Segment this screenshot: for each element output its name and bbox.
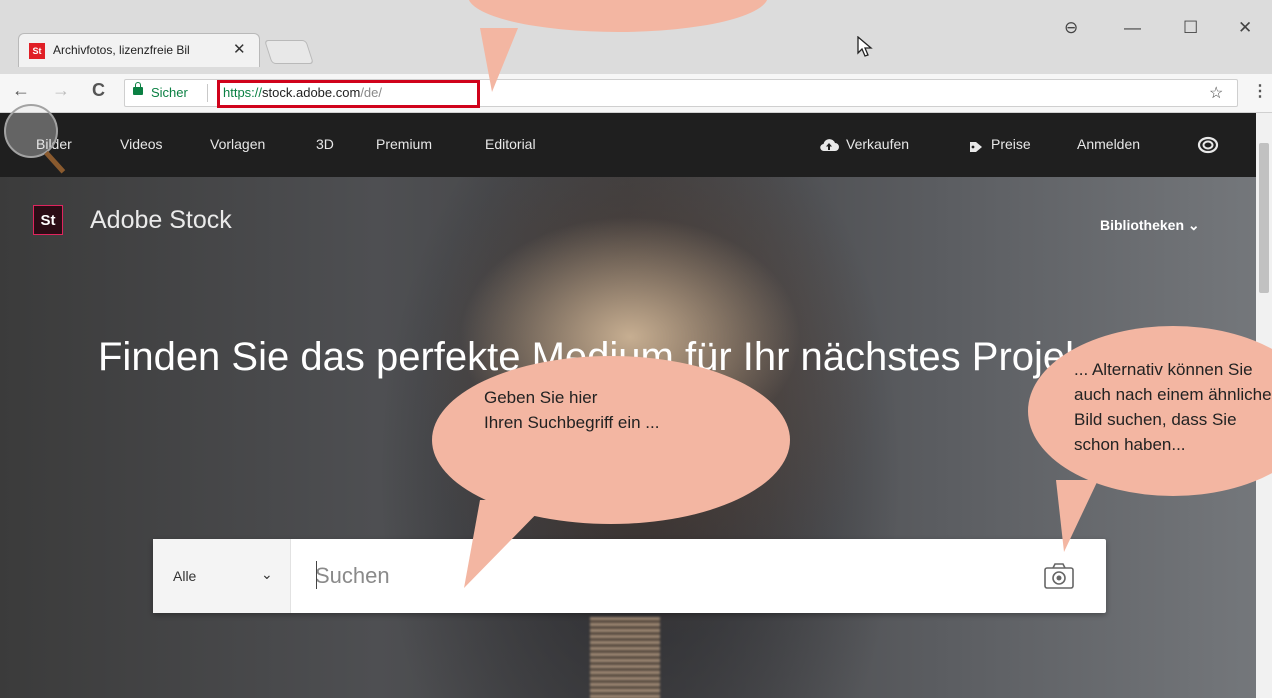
browser-menu-icon[interactable]: ⋮: [1252, 81, 1268, 101]
callout-camera-line2: auch nach einem ähnlichen: [1074, 385, 1272, 404]
callout-tail-search: [464, 500, 550, 588]
address-bar[interactable]: Sicher https://stock.adobe.com/de/ ☆: [124, 79, 1238, 108]
libraries-dropdown[interactable]: Bibliotheken ⌄: [1100, 217, 1200, 234]
back-button[interactable]: ←: [12, 80, 30, 101]
callout-bubble-search: Geben Sie hier Ihren Suchbegriff ein ...: [432, 356, 790, 524]
nav-link-premium[interactable]: Premium: [376, 136, 432, 152]
search-input[interactable]: [313, 557, 1017, 595]
search-bar: Alle ⌄: [153, 539, 1106, 613]
forward-button[interactable]: →: [52, 80, 70, 101]
tab-close-icon[interactable]: ✕: [233, 40, 246, 58]
nav-link-3d[interactable]: 3D: [316, 136, 334, 152]
new-tab-button[interactable]: [264, 40, 314, 64]
url-highlight-box: [217, 80, 480, 108]
adobe-stock-logo[interactable]: St: [33, 205, 63, 235]
camera-icon[interactable]: [1043, 561, 1075, 591]
falling-grain-image: [590, 617, 660, 698]
search-filter-select[interactable]: Alle ⌄: [153, 539, 291, 613]
mouse-cursor-icon: [857, 35, 873, 63]
minimize-button[interactable]: —: [1124, 18, 1141, 38]
close-window-button[interactable]: ✕: [1238, 18, 1252, 38]
callout-camera-line1: ... Alternativ können Sie: [1074, 360, 1253, 379]
browser-toolbar: ← → C Sicher https://stock.adobe.com/de/…: [0, 74, 1272, 113]
upload-cloud-icon: [819, 137, 839, 158]
nav-link-login[interactable]: Anmelden: [1077, 136, 1140, 152]
tab-title: Archivfotos, lizenzfreie Bil: [53, 43, 190, 57]
maximize-button[interactable]: ☐: [1183, 18, 1198, 38]
nav-link-prices[interactable]: Preise: [991, 136, 1031, 152]
brand-name[interactable]: Adobe Stock: [90, 206, 232, 235]
callout-camera-line3: Bild suchen, dass Sie: [1074, 410, 1237, 429]
filter-value: Alle: [173, 568, 197, 584]
text-caret: [316, 561, 317, 589]
callout-search-line1: Geben Sie hier: [484, 388, 598, 407]
lock-icon: [133, 82, 143, 95]
favicon-icon: St: [29, 43, 45, 59]
magnifier-icon: [4, 104, 58, 158]
nav-link-editorial[interactable]: Editorial: [485, 136, 536, 152]
browser-tab[interactable]: St Archivfotos, lizenzfreie Bil ✕: [18, 33, 260, 67]
callout-tail-top: [480, 28, 518, 92]
account-icon[interactable]: ⊖: [1064, 18, 1078, 38]
site-navigation: Bilder Videos Vorlagen 3D Premium Editor…: [0, 113, 1256, 177]
callout-tail-camera: [1056, 480, 1098, 552]
bookmark-star-icon[interactable]: ☆: [1209, 83, 1223, 103]
nav-link-videos[interactable]: Videos: [120, 136, 163, 152]
nav-link-sell[interactable]: Verkaufen: [846, 136, 909, 152]
callout-search-line2: Ihren Suchbegriff ein ...: [484, 413, 660, 432]
callout-camera-line4: schon haben...: [1074, 435, 1186, 454]
price-tag-icon: [969, 140, 983, 158]
chevron-down-icon: ⌄: [1187, 217, 1200, 233]
scrollbar-thumb[interactable]: [1259, 143, 1269, 293]
secure-label: Sicher: [151, 85, 188, 100]
chevron-down-icon: ⌄: [261, 566, 273, 582]
omnibox-divider: [207, 84, 208, 102]
reload-button[interactable]: C: [92, 80, 105, 101]
nav-link-vorlagen[interactable]: Vorlagen: [210, 136, 265, 152]
libraries-label: Bibliotheken: [1100, 217, 1185, 233]
creative-cloud-icon[interactable]: [1197, 135, 1219, 160]
